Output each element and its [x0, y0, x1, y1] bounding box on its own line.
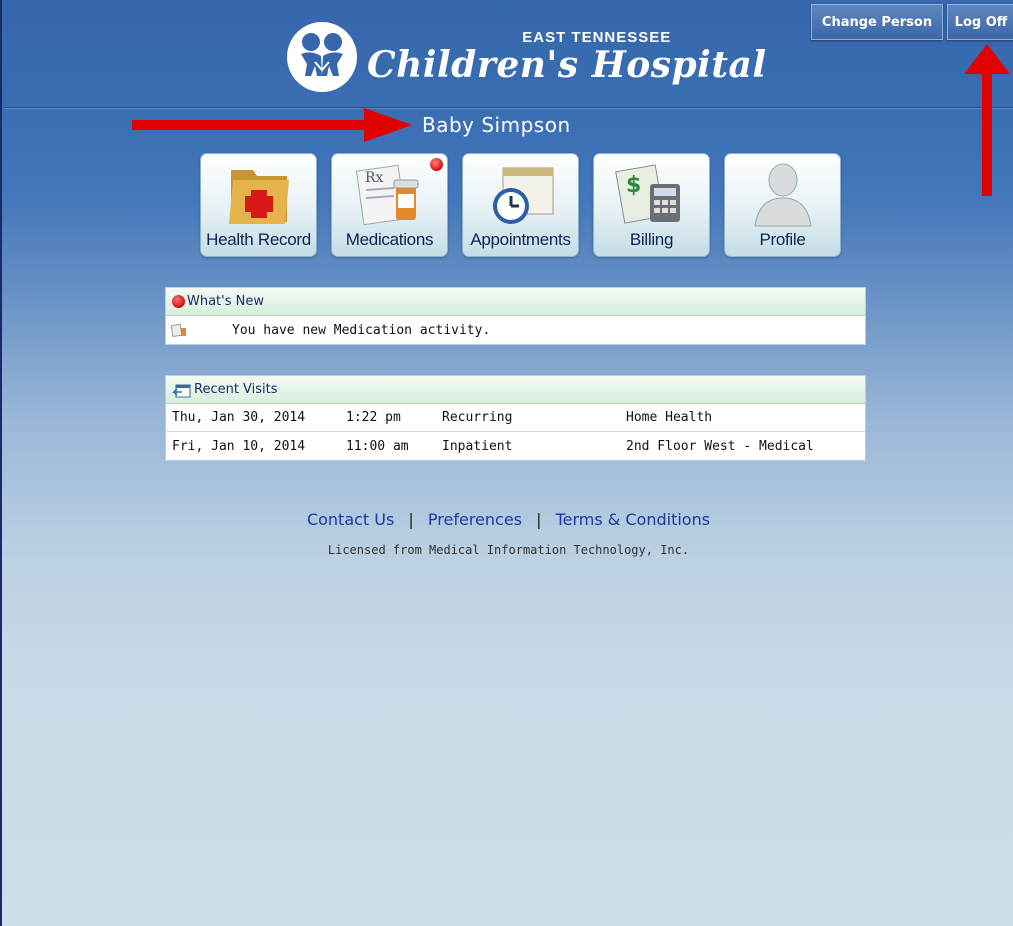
- health-record-icon: [229, 170, 289, 224]
- arrow-up-annotation-icon: [964, 44, 1010, 196]
- nav-label: Appointments: [470, 230, 571, 249]
- whats-new-header: What's New: [166, 288, 865, 316]
- license-text: Licensed from Medical Information Techno…: [327, 543, 690, 557]
- change-person-button[interactable]: Change Person: [811, 4, 943, 40]
- whats-new-title: What's New: [187, 294, 264, 309]
- visit-row[interactable]: Fri, Jan 10, 2014 11:00 am Inpatient 2nd…: [166, 432, 865, 460]
- nav-label: Medications: [345, 230, 434, 249]
- visit-type: Recurring: [442, 410, 513, 425]
- medication-activity-icon: [171, 323, 186, 337]
- visit-date: Thu, Jan 30, 2014: [172, 410, 306, 425]
- medications-icon: Rx: [355, 164, 419, 226]
- nav-label: Profile: [759, 230, 806, 249]
- preferences-link[interactable]: Preferences: [428, 510, 522, 529]
- svg-text:$: $: [626, 173, 641, 198]
- visit-row[interactable]: Thu, Jan 30, 2014 1:22 pm Recurring Home…: [166, 404, 865, 432]
- alert-dot-icon: [172, 295, 185, 308]
- nav-health-record[interactable]: Health Record: [200, 153, 317, 257]
- patient-name: Baby Simpson: [422, 113, 571, 137]
- calendar-return-icon: [172, 384, 191, 397]
- nav-label: Health Record: [206, 230, 311, 249]
- whats-new-message: You have new Medication activity.: [232, 322, 491, 338]
- recent-visits-title: Recent Visits: [194, 382, 278, 397]
- visit-location: 2nd Floor West - Medical: [626, 438, 814, 454]
- nav-profile[interactable]: Profile: [724, 153, 841, 257]
- whats-new-panel: What's New You have new Medication activ…: [165, 287, 866, 345]
- recent-visits-header: Recent Visits: [166, 376, 865, 404]
- nav-medications[interactable]: Rx Medications: [331, 153, 448, 257]
- whats-new-item[interactable]: You have new Medication activity.: [166, 316, 865, 344]
- notification-dot-icon: [430, 158, 443, 171]
- footer-separator: |: [536, 510, 542, 529]
- arrow-right-annotation-icon: [132, 108, 412, 142]
- visit-time: 1:22 pm: [346, 410, 401, 425]
- header-bar: EAST TENNESSEE Children's Hospital Chang…: [4, 0, 1013, 108]
- terms-link[interactable]: Terms & Conditions: [556, 510, 710, 529]
- svg-text:Rx: Rx: [365, 170, 384, 186]
- billing-icon: $: [615, 164, 680, 224]
- nav-billing[interactable]: $ Billing: [593, 153, 710, 257]
- visit-date: Fri, Jan 10, 2014: [172, 438, 306, 454]
- appointments-icon: [493, 167, 554, 224]
- logo-title: Children's Hospital: [367, 43, 767, 86]
- footer-links: Contact Us | Preferences | Terms & Condi…: [2, 510, 1013, 529]
- main-nav: Health Record Rx Medications Appointment…: [200, 153, 855, 257]
- footer-separator: |: [408, 510, 414, 529]
- profile-icon: [754, 163, 812, 227]
- contact-us-link[interactable]: Contact Us: [307, 510, 394, 529]
- log-off-button[interactable]: Log Off: [947, 4, 1013, 40]
- visit-type: Inpatient: [442, 438, 513, 454]
- visit-location: Home Health: [626, 410, 713, 425]
- children-logo-icon: [287, 22, 357, 92]
- nav-label: Billing: [629, 230, 674, 249]
- page-background: EAST TENNESSEE Children's Hospital Chang…: [0, 0, 1013, 926]
- nav-appointments[interactable]: Appointments: [462, 153, 579, 257]
- visit-time: 11:00 am: [346, 438, 409, 454]
- recent-visits-panel: Recent Visits Thu, Jan 30, 2014 1:22 pm …: [165, 375, 866, 461]
- hospital-logo[interactable]: EAST TENNESSEE Children's Hospital: [287, 22, 767, 92]
